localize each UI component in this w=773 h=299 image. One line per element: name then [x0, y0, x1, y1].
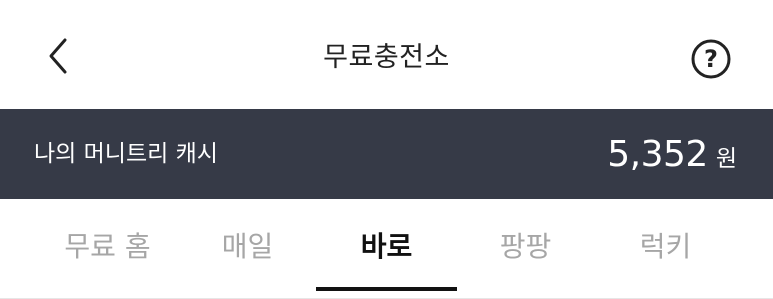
tab-bar: 무료 홈 매일 바로 팡팡 럭키: [0, 199, 773, 299]
cash-label: 나의 머니트리 캐시: [34, 141, 218, 167]
top-header: 무료충전소 ?: [0, 0, 773, 109]
help-button[interactable]: ?: [690, 38, 732, 80]
tab-lucky[interactable]: 럭키: [613, 199, 718, 291]
cash-unit: 원: [715, 146, 737, 172]
tab-instant[interactable]: 바로: [316, 199, 457, 291]
tab-daily[interactable]: 매일: [195, 199, 300, 291]
page-title: 무료충전소: [323, 42, 450, 73]
help-symbol: ?: [704, 45, 718, 73]
question-circle-icon: ?: [690, 38, 732, 80]
tab-pangpang[interactable]: 팡팡: [473, 199, 578, 291]
cash-amount: 5,352: [607, 133, 708, 175]
cash-amount-group: 5,352 원: [607, 109, 737, 199]
active-tab-indicator: [316, 287, 457, 291]
cash-balance-bar: 나의 머니트리 캐시 5,352 원: [0, 109, 773, 199]
tab-free-home[interactable]: 무료 홈: [40, 199, 175, 291]
